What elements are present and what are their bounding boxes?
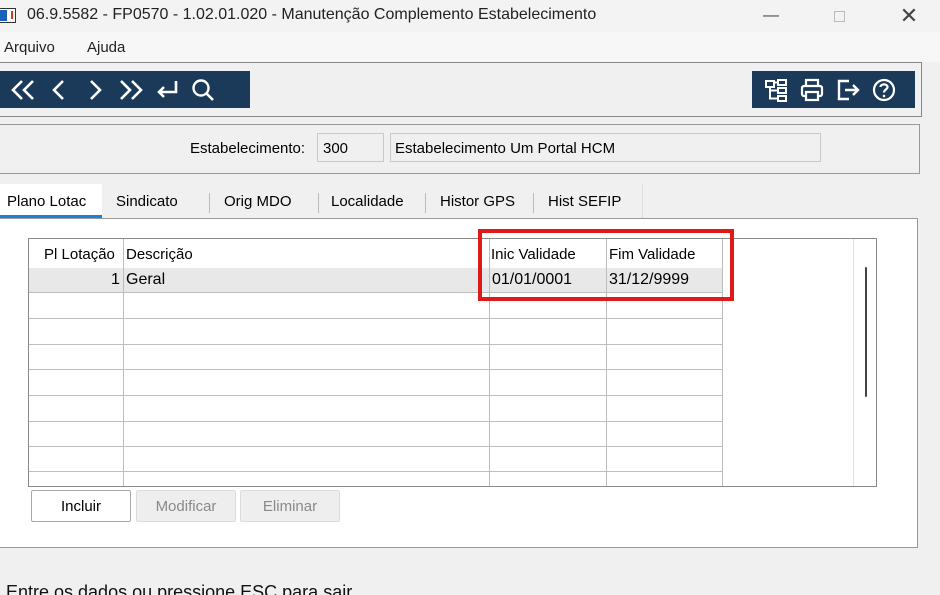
search-button[interactable] <box>185 73 221 107</box>
tab-separator <box>533 193 534 213</box>
last-record-button[interactable] <box>113 73 149 107</box>
incluir-button[interactable]: Incluir <box>31 490 131 522</box>
column-header-descricao[interactable]: Descrição <box>126 246 193 263</box>
maximize-button[interactable] <box>816 0 862 32</box>
help-button[interactable] <box>866 73 902 107</box>
next-record-icon <box>90 79 102 100</box>
close-icon: ✕ <box>899 3 919 29</box>
minimize-icon: — <box>763 7 779 24</box>
first-record-button[interactable] <box>5 73 41 107</box>
goto-button[interactable] <box>149 73 185 107</box>
tree-structure-icon <box>765 78 787 102</box>
close-button[interactable]: ✕ <box>886 0 932 32</box>
cell-pl-lotacao: 1 <box>111 271 120 288</box>
help-icon <box>872 78 896 101</box>
grid-row-divider <box>29 446 723 447</box>
tab-plano-lotac[interactable]: Plano Lotac <box>0 184 102 218</box>
tab-sindicato[interactable]: Sindicato <box>116 184 178 212</box>
next-record-button[interactable] <box>77 73 113 107</box>
grid-row-divider <box>29 318 723 319</box>
grid-row-divider <box>29 421 723 422</box>
print-icon <box>800 78 824 101</box>
cell-descricao: Geral <box>126 271 166 288</box>
exit-button[interactable] <box>830 73 866 107</box>
previous-record-button[interactable] <box>41 73 77 107</box>
tab-separator <box>318 193 319 213</box>
tab-hist-sefip[interactable]: Hist SEFIP <box>548 184 621 212</box>
goto-icon <box>157 80 178 98</box>
establishment-code-field[interactable]: 300 <box>317 133 384 162</box>
grid-column-divider <box>123 239 124 486</box>
window-title: 06.9.5582 - FP0570 - 1.02.01.020 - Manut… <box>27 6 597 23</box>
actions-toolbar <box>752 71 915 108</box>
minimize-button[interactable]: — <box>748 0 794 32</box>
last-record-icon <box>120 79 143 100</box>
first-record-icon <box>11 79 34 100</box>
menu-arquivo[interactable]: Arquivo <box>4 39 55 56</box>
grid-row-divider <box>29 395 723 396</box>
print-button[interactable] <box>794 73 830 107</box>
search-icon <box>192 78 214 101</box>
tab-separator <box>642 184 643 218</box>
title-bar: 06.9.5582 - FP0570 - 1.02.01.020 - Manut… <box>0 0 940 32</box>
exit-icon <box>837 79 860 100</box>
establishment-name-field: Estabelecimento Um Portal HCM <box>390 133 821 162</box>
previous-record-icon <box>52 79 64 100</box>
toolbar <box>0 62 922 117</box>
navigation-toolbar <box>0 71 250 108</box>
tab-localidade[interactable]: Localidade <box>331 184 404 212</box>
menu-ajuda[interactable]: Ajuda <box>87 39 125 56</box>
column-header-pl-lotacao[interactable]: Pl Lotação <box>44 246 115 263</box>
tab-histor-gps[interactable]: Histor GPS <box>440 184 515 212</box>
grid-scrollbar[interactable] <box>853 239 876 486</box>
tab-separator <box>209 193 210 213</box>
grid-scrollbar-thumb[interactable] <box>865 267 867 397</box>
app-icon <box>0 8 16 23</box>
modificar-button[interactable]: Modificar <box>136 490 236 522</box>
establishment-panel: Estabelecimento: 300 Estabelecimento Um … <box>0 124 920 174</box>
maximize-icon <box>833 10 845 22</box>
grid-row-divider <box>29 471 723 472</box>
tab-separator <box>425 193 426 213</box>
grid-row-divider <box>29 369 723 370</box>
grid-row-divider <box>29 344 723 345</box>
validity-highlight-box <box>478 229 734 301</box>
status-message: Entre os dados ou pressione ESC para sai… <box>6 582 353 595</box>
eliminar-button[interactable]: Eliminar <box>240 490 340 522</box>
tree-structure-button[interactable] <box>758 73 794 107</box>
status-bar: Entre os dados ou pressione ESC para sai… <box>0 572 940 595</box>
establishment-label: Estabelecimento: <box>190 140 306 157</box>
menu-bar: Arquivo Ajuda <box>0 32 940 62</box>
tab-orig-mdo[interactable]: Orig MDO <box>224 184 292 212</box>
lotacao-grid[interactable]: Pl Lotação Descrição Inic Validade Fim V… <box>28 238 877 487</box>
